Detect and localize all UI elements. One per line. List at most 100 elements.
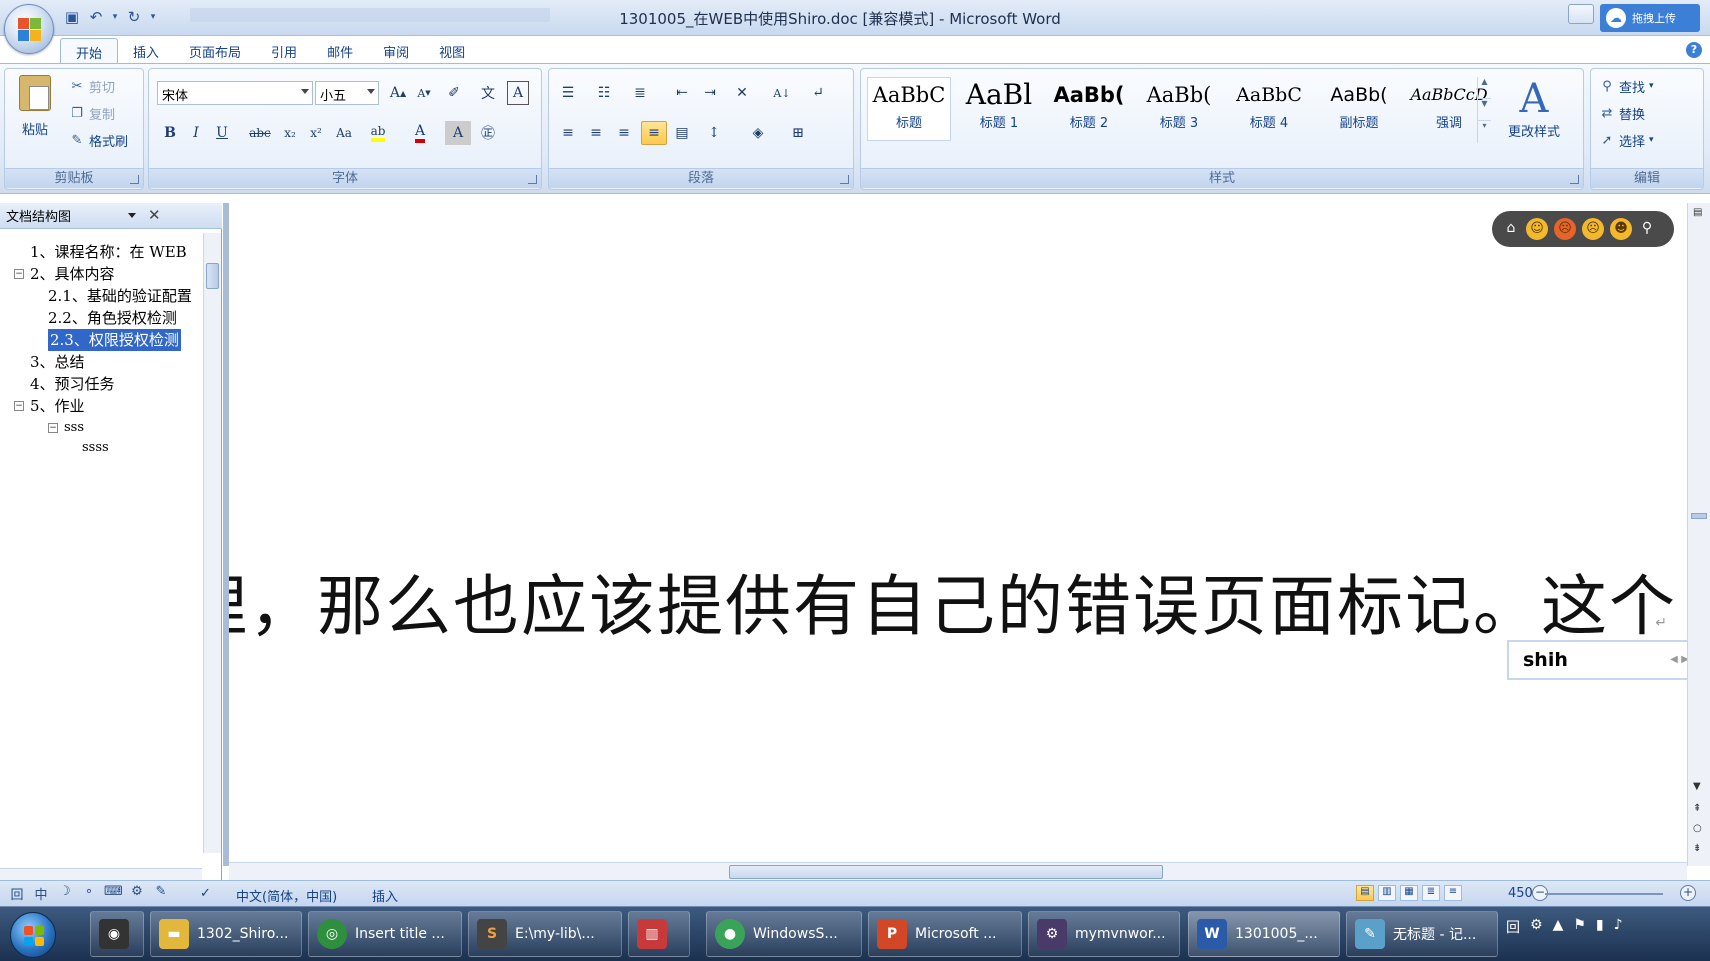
ruler-toggle-icon[interactable]: ▤ [1693,207,1702,218]
tab-mailings[interactable]: 邮件 [312,38,368,64]
document-map-selector[interactable]: 文档结构图 [6,206,140,226]
sort-icon[interactable]: A↓ [769,81,795,105]
ime-moon-icon[interactable]: ☽ [56,884,74,902]
network-icon[interactable]: ▮ [1596,917,1604,937]
document-map-scrollbar[interactable] [203,233,221,853]
phonetic-guide-icon[interactable]: 文 [475,81,501,105]
action-center-icon[interactable]: ⚑ [1573,917,1586,937]
tab-review[interactable]: 审阅 [368,38,424,64]
justify-icon[interactable]: ≡ [641,121,667,145]
tongue-icon[interactable]: ☻ [1610,218,1632,240]
hscroll-thumb[interactable] [729,865,1163,879]
style-heading-4[interactable]: AaBbC 标题 4 [1227,77,1311,141]
collapse-icon[interactable]: − [14,401,24,411]
draft-view-icon[interactable]: ≡ [1444,885,1462,901]
gallery-up-icon[interactable]: ▲ [1478,77,1491,99]
ime-tool-icon[interactable]: ✎ [152,884,170,902]
tree-node[interactable]: 3、总结 [30,351,85,373]
ime-composition-box[interactable]: shih ◀ ▶ [1507,640,1699,680]
full-screen-reading-icon[interactable]: ▥ [1378,885,1396,901]
line-spacing-icon[interactable]: ↕ [701,121,727,145]
highlight-icon[interactable]: ab [365,121,391,145]
gallery-down-icon[interactable]: ▼ [1478,99,1491,121]
scroll-thumb[interactable] [1691,513,1707,519]
smile-icon[interactable]: ☺ [1526,218,1548,240]
numbering-icon[interactable]: ☷ [591,81,617,105]
taskbar-item[interactable]: ✎ 无标题 - 记... [1346,911,1498,957]
sad-icon[interactable]: ☹ [1582,218,1604,240]
tab-references[interactable]: 引用 [256,38,312,64]
spellcheck-icon[interactable]: ✓ [200,886,211,901]
font-size-combo[interactable]: 小五 [315,81,379,105]
tree-node[interactable]: 4、预习任务 [30,373,115,395]
change-case-icon[interactable]: Aa [331,121,357,145]
taskbar-pinned-app[interactable]: ◉ [90,911,144,957]
search-icon[interactable]: ⚲ [1638,220,1656,238]
char-border-icon[interactable]: A [507,81,529,105]
home-icon[interactable]: ⌂ [1502,220,1520,238]
clipboard-launcher-icon[interactable] [130,175,139,184]
style-heading-2[interactable]: AaBb( 标题 2 [1047,77,1131,141]
tray-settings-icon[interactable]: ⚙ [1530,917,1543,937]
select-button[interactable]: ➚ 选择 ▾ [1599,129,1654,151]
grow-font-icon[interactable]: A ▲ [385,81,411,105]
clear-format-icon[interactable]: ✐ [441,81,467,105]
office-button[interactable] [4,4,54,54]
print-layout-icon[interactable]: ▤ [1356,885,1374,901]
minimize-button[interactable] [1568,4,1594,24]
format-painter-button[interactable]: ✎ 格式刷 [69,129,128,151]
bullets-icon[interactable]: ☰ [555,81,581,105]
align-left-icon[interactable]: ≡ [555,121,581,145]
customize-qat-icon[interactable]: ▾ [148,7,158,27]
document-map-hscrollbar[interactable] [0,868,202,880]
char-shading-icon[interactable]: A [445,121,471,145]
taskbar-pinned-app[interactable]: ▥ [628,911,690,957]
redo-icon[interactable]: ↻ [124,7,144,27]
next-page-icon[interactable]: ⇟ [1693,843,1701,854]
align-right-icon[interactable]: ≡ [611,121,637,145]
shading-icon[interactable]: ◈ [745,121,771,145]
show-hidden-icons[interactable]: ▲ [1553,917,1564,937]
taskbar-item[interactable]: P Microsoft ... [868,911,1022,957]
scroll-down-icon[interactable]: ▼ [1693,781,1701,792]
font-launcher-icon[interactable] [528,175,537,184]
decrease-indent-icon[interactable]: ⇤ [669,81,695,105]
document-text[interactable]: 理，那么也应该提供有自己的错误页面标记。这个 [229,553,1689,649]
font-name-combo[interactable]: 宋体 [157,81,313,105]
tab-home[interactable]: 开始 [60,38,119,64]
style-heading-3[interactable]: AaBb( 标题 3 [1137,77,1221,141]
font-color-icon[interactable]: A [407,121,433,145]
collapse-icon[interactable]: − [14,269,24,279]
browse-object-icon[interactable]: ○ [1693,823,1702,834]
zoom-slider[interactable] [1545,893,1663,895]
taskbar-item[interactable]: S E:\my-lib\... [468,911,622,957]
tab-page-layout[interactable]: 页面布局 [174,38,256,64]
outline-view-icon[interactable]: ≣ [1422,885,1440,901]
change-styles-button[interactable]: A 更改样式 [1499,77,1569,140]
copy-button[interactable]: ❐ 复制 [69,102,115,124]
document-vertical-scrollbar[interactable]: ▤ ▼ ⇞ ○ ⇟ [1687,203,1710,866]
insert-mode-status[interactable]: 插入 [372,886,398,905]
styles-gallery-scroll[interactable]: ▲ ▼ ▾ [1477,77,1491,143]
replace-button[interactable]: ⇄ 替换 [1599,102,1645,124]
tree-node[interactable]: sss [64,417,84,439]
undo-icon[interactable]: ↶ [86,7,106,27]
document-horizontal-scrollbar[interactable] [229,862,1687,880]
start-button[interactable] [10,912,56,958]
tree-node[interactable]: 2.1、基础的验证配置 [48,285,192,307]
tab-view[interactable]: 视图 [424,38,480,64]
ime-mode-icon[interactable]: 中 [32,884,50,903]
distributed-icon[interactable]: ▤ [669,121,695,145]
ime-tray-icon[interactable]: 回 [1506,917,1520,937]
style-subtitle[interactable]: AaBb( 副标题 [1317,77,1401,141]
shrink-font-icon[interactable]: A ▼ [411,81,437,105]
paste-button[interactable]: 粘贴 [11,75,59,161]
gallery-more-icon[interactable]: ▾ [1478,121,1491,143]
chinese-layout-icon[interactable]: ✕ [729,81,755,105]
previous-page-icon[interactable]: ⇞ [1693,803,1701,814]
borders-icon[interactable]: ⊞ [785,121,811,145]
italic-icon[interactable]: I [183,121,209,145]
styles-launcher-icon[interactable] [1570,175,1579,184]
subscript-icon[interactable]: x₂ [277,121,303,145]
find-button[interactable]: ⚲ 查找 ▾ [1599,75,1653,97]
